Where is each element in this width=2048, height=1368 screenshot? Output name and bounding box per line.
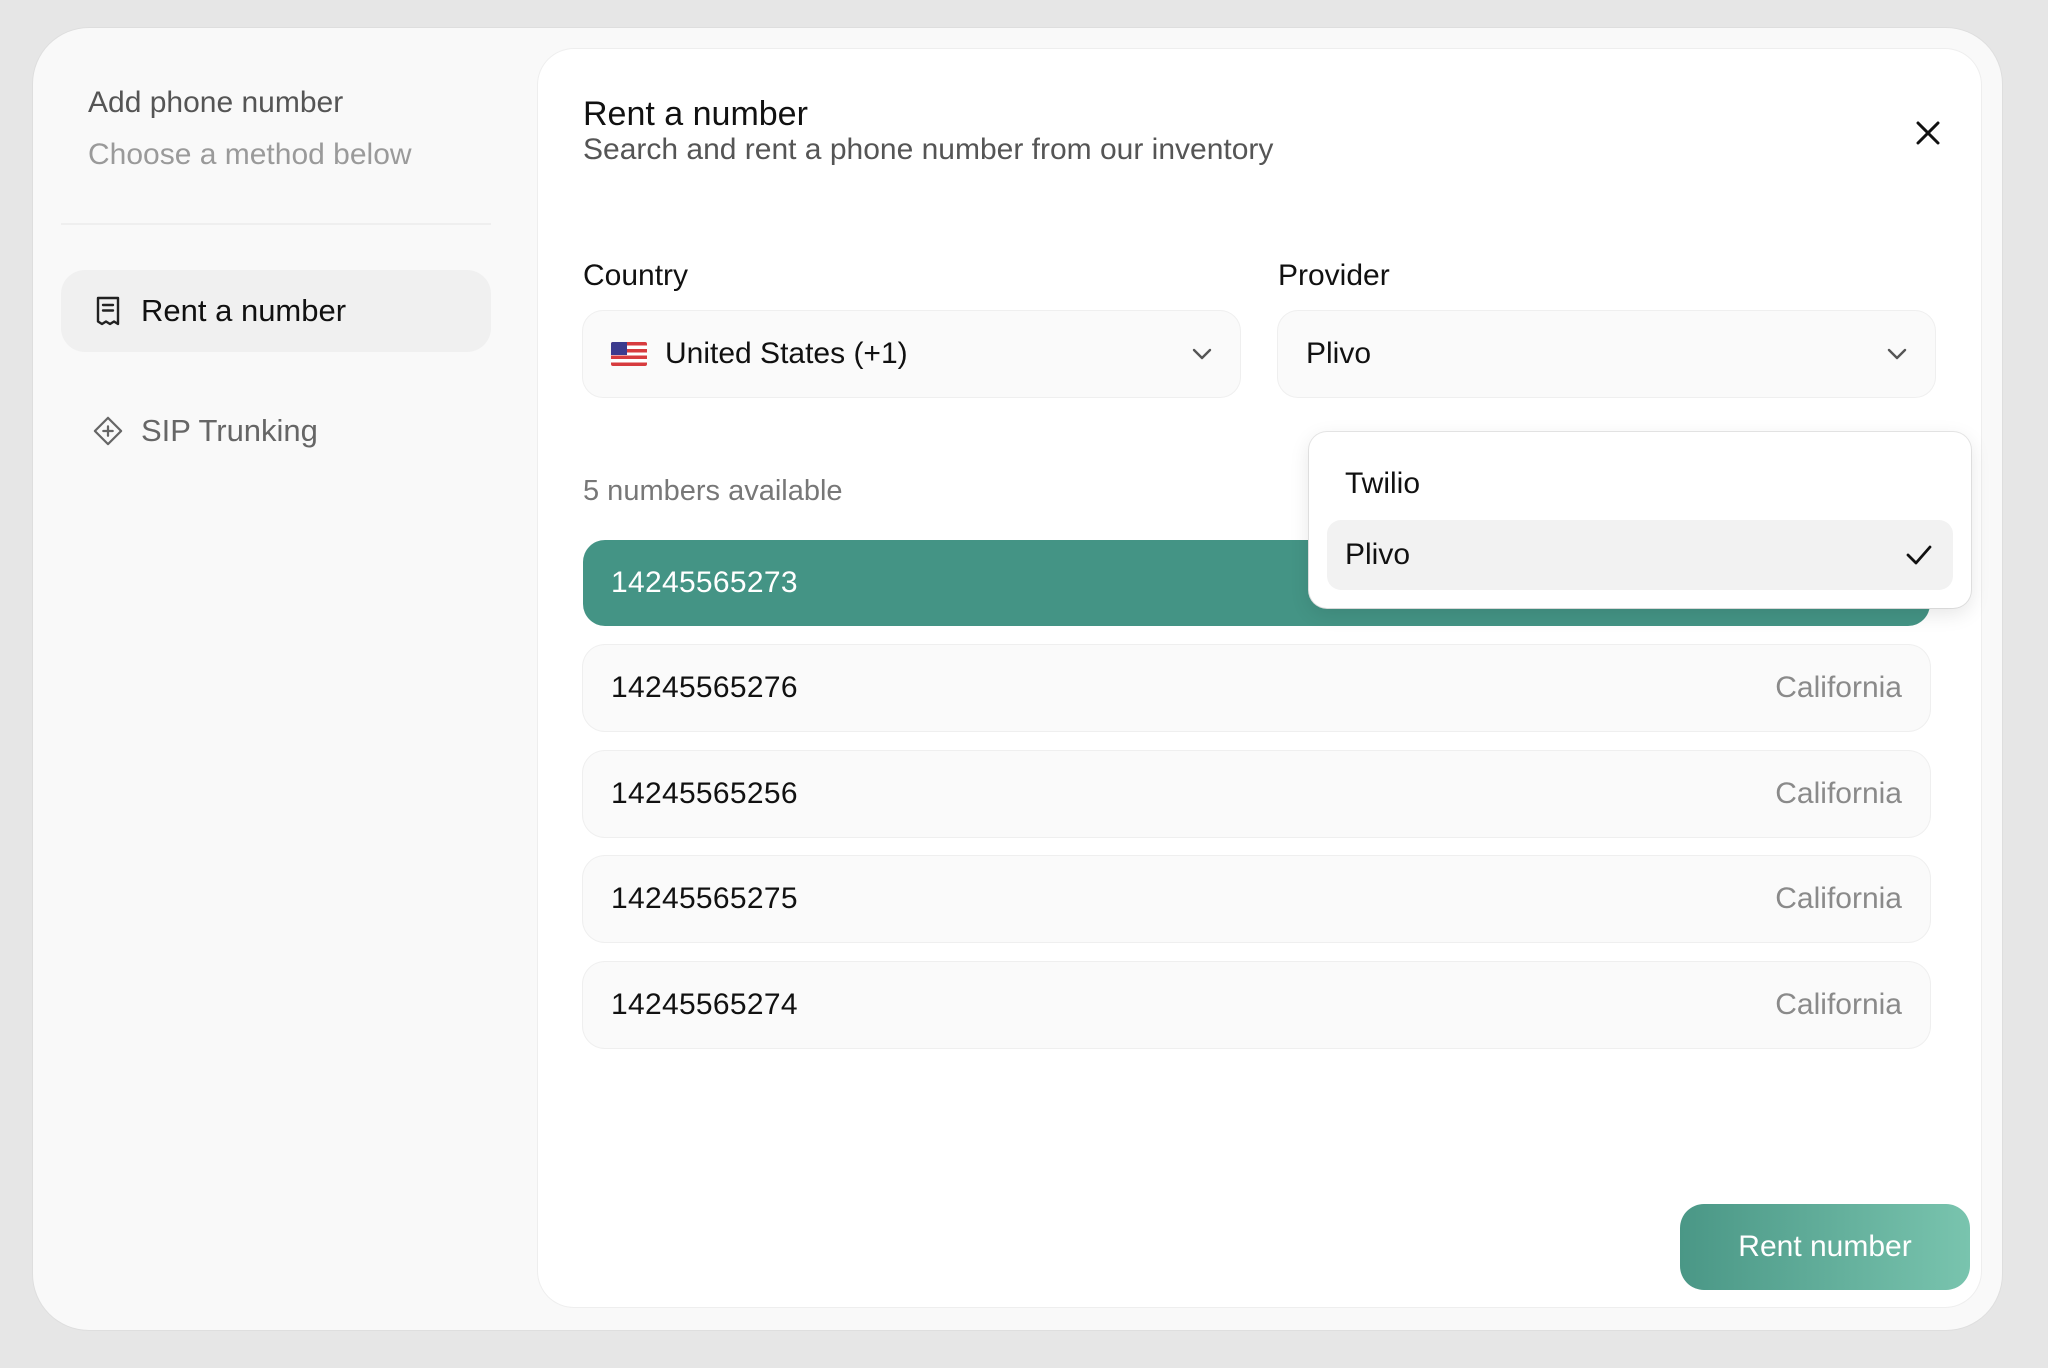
- sidebar-item-rent-a-number[interactable]: Rent a number: [61, 270, 491, 352]
- chevron-down-icon: [1885, 342, 1909, 366]
- number-row[interactable]: 14245565276 California: [583, 645, 1930, 731]
- provider-option-twilio[interactable]: Twilio: [1327, 449, 1953, 519]
- number-row[interactable]: 14245565275 California: [583, 856, 1930, 942]
- rent-number-button[interactable]: Rent number: [1680, 1204, 1970, 1290]
- phone-number: 14245565256: [611, 777, 798, 810]
- country-select[interactable]: United States (+1): [583, 311, 1240, 397]
- provider-select[interactable]: Plivo: [1278, 311, 1935, 397]
- receipt-icon: [93, 296, 123, 326]
- check-icon: [1905, 541, 1933, 569]
- phone-number: 14245565273: [611, 566, 798, 599]
- phone-number: 14245565276: [611, 671, 798, 704]
- diamond-plus-icon: [93, 416, 123, 446]
- sidebar-title: Add phone number: [88, 86, 344, 119]
- provider-label: Provider: [1278, 259, 1390, 292]
- number-region: California: [1775, 882, 1902, 915]
- number-region: California: [1775, 777, 1902, 810]
- provider-dropdown-menu: Twilio Plivo: [1309, 432, 1971, 608]
- provider-option-plivo[interactable]: Plivo: [1327, 520, 1953, 590]
- us-flag-icon: [611, 342, 647, 366]
- option-label: Twilio: [1345, 467, 1421, 500]
- sidebar-item-label: Rent a number: [141, 293, 347, 328]
- numbers-available-count: 5 numbers available: [583, 475, 843, 507]
- sidebar-subtitle: Choose a method below: [88, 138, 412, 171]
- close-icon: [1915, 120, 1941, 151]
- option-label: Plivo: [1345, 538, 1411, 571]
- sidebar-item-sip-trunking[interactable]: SIP Trunking: [61, 390, 491, 472]
- number-region: California: [1775, 671, 1902, 704]
- chevron-down-icon: [1190, 342, 1214, 366]
- sidebar-item-label: SIP Trunking: [141, 413, 318, 448]
- panel-title: Rent a number: [583, 95, 808, 133]
- number-row[interactable]: 14245565256 California: [583, 751, 1930, 837]
- method-sidebar: Add phone number Choose a method below R…: [33, 28, 538, 1330]
- country-select-value: United States (+1): [665, 337, 908, 370]
- close-button[interactable]: [1908, 115, 1948, 155]
- panel-subtitle: Search and rent a phone number from our …: [583, 133, 1274, 166]
- add-phone-number-modal: Add phone number Choose a method below R…: [33, 28, 2002, 1330]
- phone-number: 14245565275: [611, 882, 798, 915]
- sidebar-divider: [61, 223, 491, 225]
- rent-number-panel: Rent a number Search and rent a phone nu…: [538, 49, 1981, 1307]
- number-row[interactable]: 14245565274 California: [583, 962, 1930, 1048]
- country-label: Country: [583, 259, 689, 292]
- number-region: California: [1775, 988, 1902, 1021]
- provider-select-value: Plivo: [1306, 337, 1372, 370]
- phone-number: 14245565274: [611, 988, 798, 1021]
